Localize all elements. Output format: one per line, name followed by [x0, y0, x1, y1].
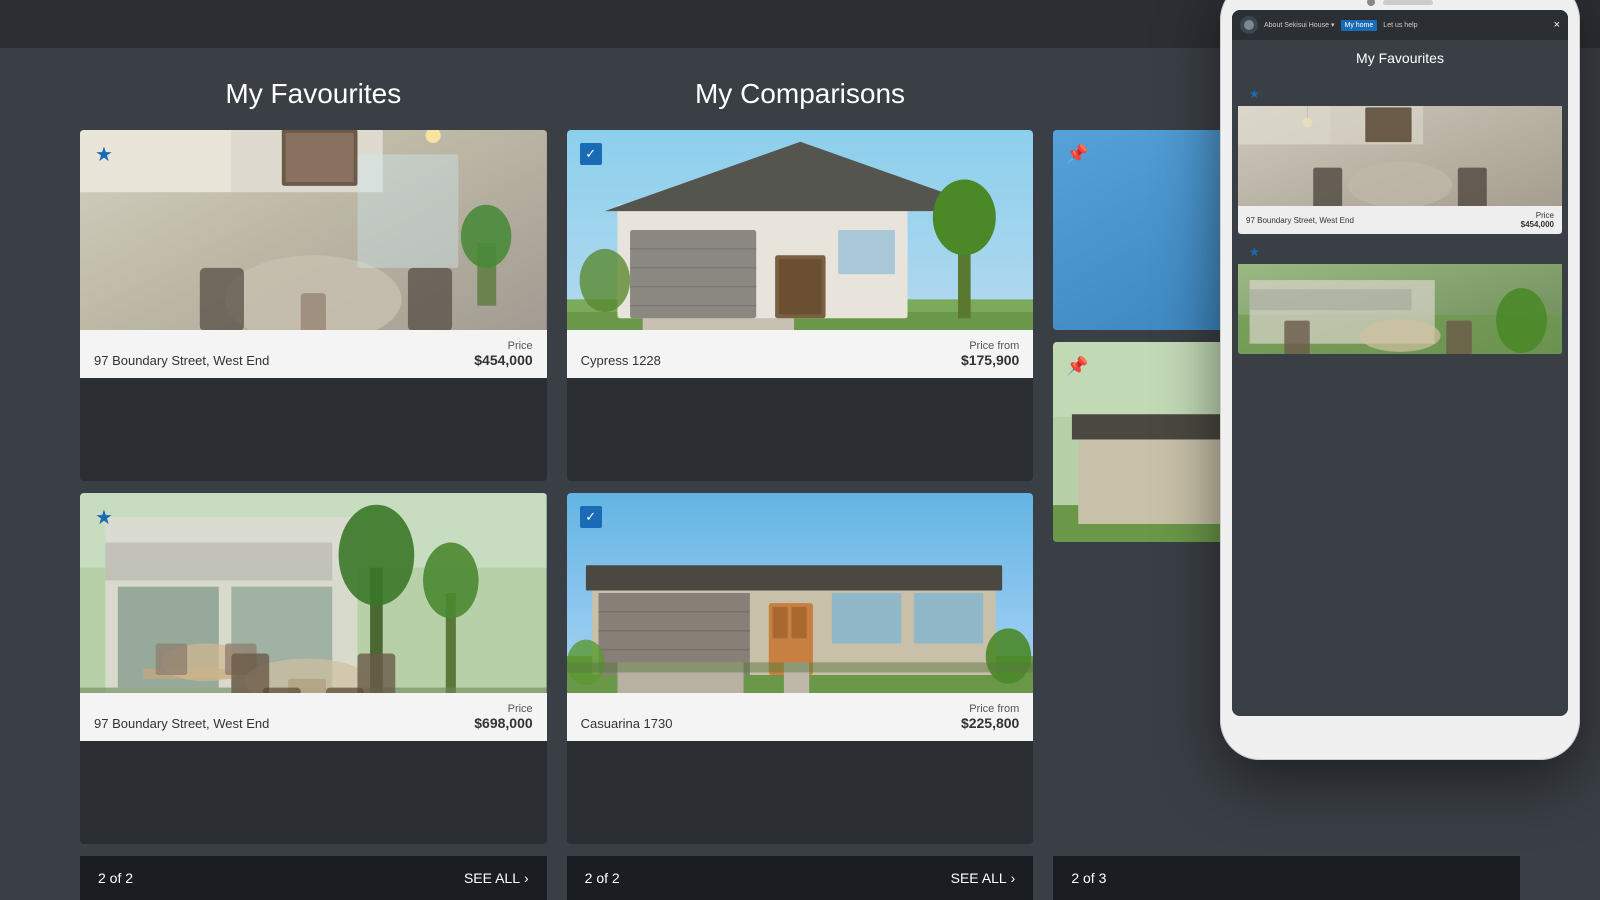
outdoor-svg	[80, 493, 547, 693]
price-value-1: $454,000	[474, 352, 532, 368]
pin-icon-2: 📌	[1066, 356, 1088, 377]
price-label-2: Price	[474, 703, 532, 715]
favourites-card-1[interactable]: ★	[80, 130, 547, 481]
favourites-see-all-label: SEE ALL	[464, 870, 520, 886]
comp-price-value-1: $175,900	[961, 352, 1019, 368]
arrow-right-icon: ›	[524, 870, 529, 886]
comparisons-see-all[interactable]: SEE ALL ›	[951, 870, 1016, 886]
favourite-badge-2: ★	[90, 503, 118, 531]
comparisons-footer: 2 of 2 SEE ALL ›	[567, 856, 1034, 900]
comparisons-title: My Comparisons	[567, 78, 1034, 110]
phone-price-label-1: Price	[1521, 211, 1554, 220]
star-icon-2: ★	[95, 505, 113, 530]
phone-address-1: 97 Boundary Street, West End	[1246, 216, 1354, 225]
price-value-2: $698,000	[474, 715, 532, 731]
phone-speaker-grille	[1383, 0, 1433, 5]
phone-close-btn[interactable]: ×	[1554, 19, 1560, 31]
phone-price-1: Price $454,000	[1521, 211, 1554, 229]
phone-nav-bar: About Sekisui House ▾ My home Let us hel…	[1232, 10, 1568, 40]
comparison-card-2[interactable]: Casuarina 1730 Price from $225,800	[567, 493, 1034, 844]
phone-mockup: About Sekisui House ▾ My home Let us hel…	[1220, 0, 1600, 800]
house1-svg	[567, 130, 1034, 330]
comparisons-count: 2 of 2	[585, 870, 620, 886]
comp-price-label-1: Price from	[961, 340, 1019, 352]
comparison-badge-2	[577, 503, 605, 531]
phone-kitchen-svg	[1238, 106, 1562, 206]
check-icon-1	[580, 143, 602, 165]
comparisons-column: My Comparisons	[567, 78, 1034, 900]
card-footer-2: 97 Boundary Street, West End Price $698,…	[80, 693, 547, 741]
house2-svg	[567, 493, 1034, 693]
phone-card-footer-1: 97 Boundary Street, West End Price $454,…	[1238, 206, 1562, 234]
card-address-1: 97 Boundary Street, West End	[94, 353, 269, 368]
gallery-badge-1: 📌	[1063, 140, 1091, 168]
price-label-1: Price	[474, 340, 532, 352]
comp-address-2: Casuarina 1730	[581, 716, 673, 731]
kitchen-svg	[80, 130, 547, 330]
star-icon: ★	[95, 142, 113, 167]
gallery-badge-2: 📌	[1063, 352, 1091, 380]
card-image-house-2	[567, 493, 1034, 693]
card-footer-1: 97 Boundary Street, West End Price $454,…	[80, 330, 547, 378]
favourites-column: My Favourites ★	[80, 78, 547, 900]
card-image-kitchen-1	[80, 130, 547, 330]
comparison-card-1[interactable]: Cypress 1228 Price from $175,900	[567, 130, 1034, 481]
phone-outdoor-svg	[1238, 264, 1562, 354]
favourites-card-2[interactable]: ★	[80, 493, 547, 844]
phone-card-2[interactable]: ★	[1238, 240, 1562, 354]
phone-nav-help: Let us help	[1383, 22, 1417, 29]
card-price-1: Price $454,000	[474, 340, 532, 368]
comparisons-see-all-label: SEE ALL	[951, 870, 1007, 886]
phone-chevron: ▾	[1331, 21, 1335, 29]
comp-price-value-2: $225,800	[961, 715, 1019, 731]
phone-section-title: My Favourites	[1232, 40, 1568, 76]
phone-logo	[1240, 16, 1258, 34]
gallery-count: 2 of 3	[1071, 870, 1106, 886]
phone-card-img-2	[1238, 264, 1562, 354]
phone-card-1[interactable]: ★	[1238, 82, 1562, 234]
comparison-footer-2: Casuarina 1730 Price from $225,800	[567, 693, 1034, 741]
phone-price-value-1: $454,000	[1521, 220, 1554, 229]
comparisons-grid: Cypress 1228 Price from $175,900	[567, 130, 1034, 844]
card-address-2: 97 Boundary Street, West End	[94, 716, 269, 731]
comparison-footer-1: Cypress 1228 Price from $175,900	[567, 330, 1034, 378]
phone-camera-dot	[1367, 0, 1375, 6]
phone-star-1: ★	[1243, 84, 1266, 104]
card-image-house-1	[567, 130, 1034, 330]
comp-price-2: Price from $225,800	[961, 703, 1019, 731]
phone-nav-myhome: My home	[1341, 20, 1378, 31]
card-image-outdoor-1	[80, 493, 547, 693]
phone-about-label: About Sekisui House	[1264, 22, 1329, 29]
phone-body: About Sekisui House ▾ My home Let us hel…	[1220, 0, 1580, 760]
comparison-badge-1	[577, 140, 605, 168]
phone-nav-about: About Sekisui House ▾	[1264, 21, 1335, 29]
pin-icon-1: 📌	[1066, 144, 1088, 165]
comp-address-1: Cypress 1228	[581, 353, 661, 368]
favourites-grid: ★	[80, 130, 547, 844]
comp-price-label-2: Price from	[961, 703, 1019, 715]
phone-content: My Favourites ★	[1232, 40, 1568, 716]
comp-price-1: Price from $175,900	[961, 340, 1019, 368]
arrow-right-icon-2: ›	[1011, 870, 1016, 886]
phone-screen: About Sekisui House ▾ My home Let us hel…	[1232, 10, 1568, 716]
gallery-footer: 2 of 3	[1053, 856, 1520, 900]
favourites-title: My Favourites	[80, 78, 547, 110]
phone-star-2: ★	[1243, 242, 1266, 262]
favourites-see-all[interactable]: SEE ALL ›	[464, 870, 529, 886]
favourites-count: 2 of 2	[98, 870, 133, 886]
check-icon-2	[580, 506, 602, 528]
phone-card-img-1	[1238, 106, 1562, 206]
favourite-badge-1: ★	[90, 140, 118, 168]
card-price-2: Price $698,000	[474, 703, 532, 731]
favourites-footer: 2 of 2 SEE ALL ›	[80, 856, 547, 900]
